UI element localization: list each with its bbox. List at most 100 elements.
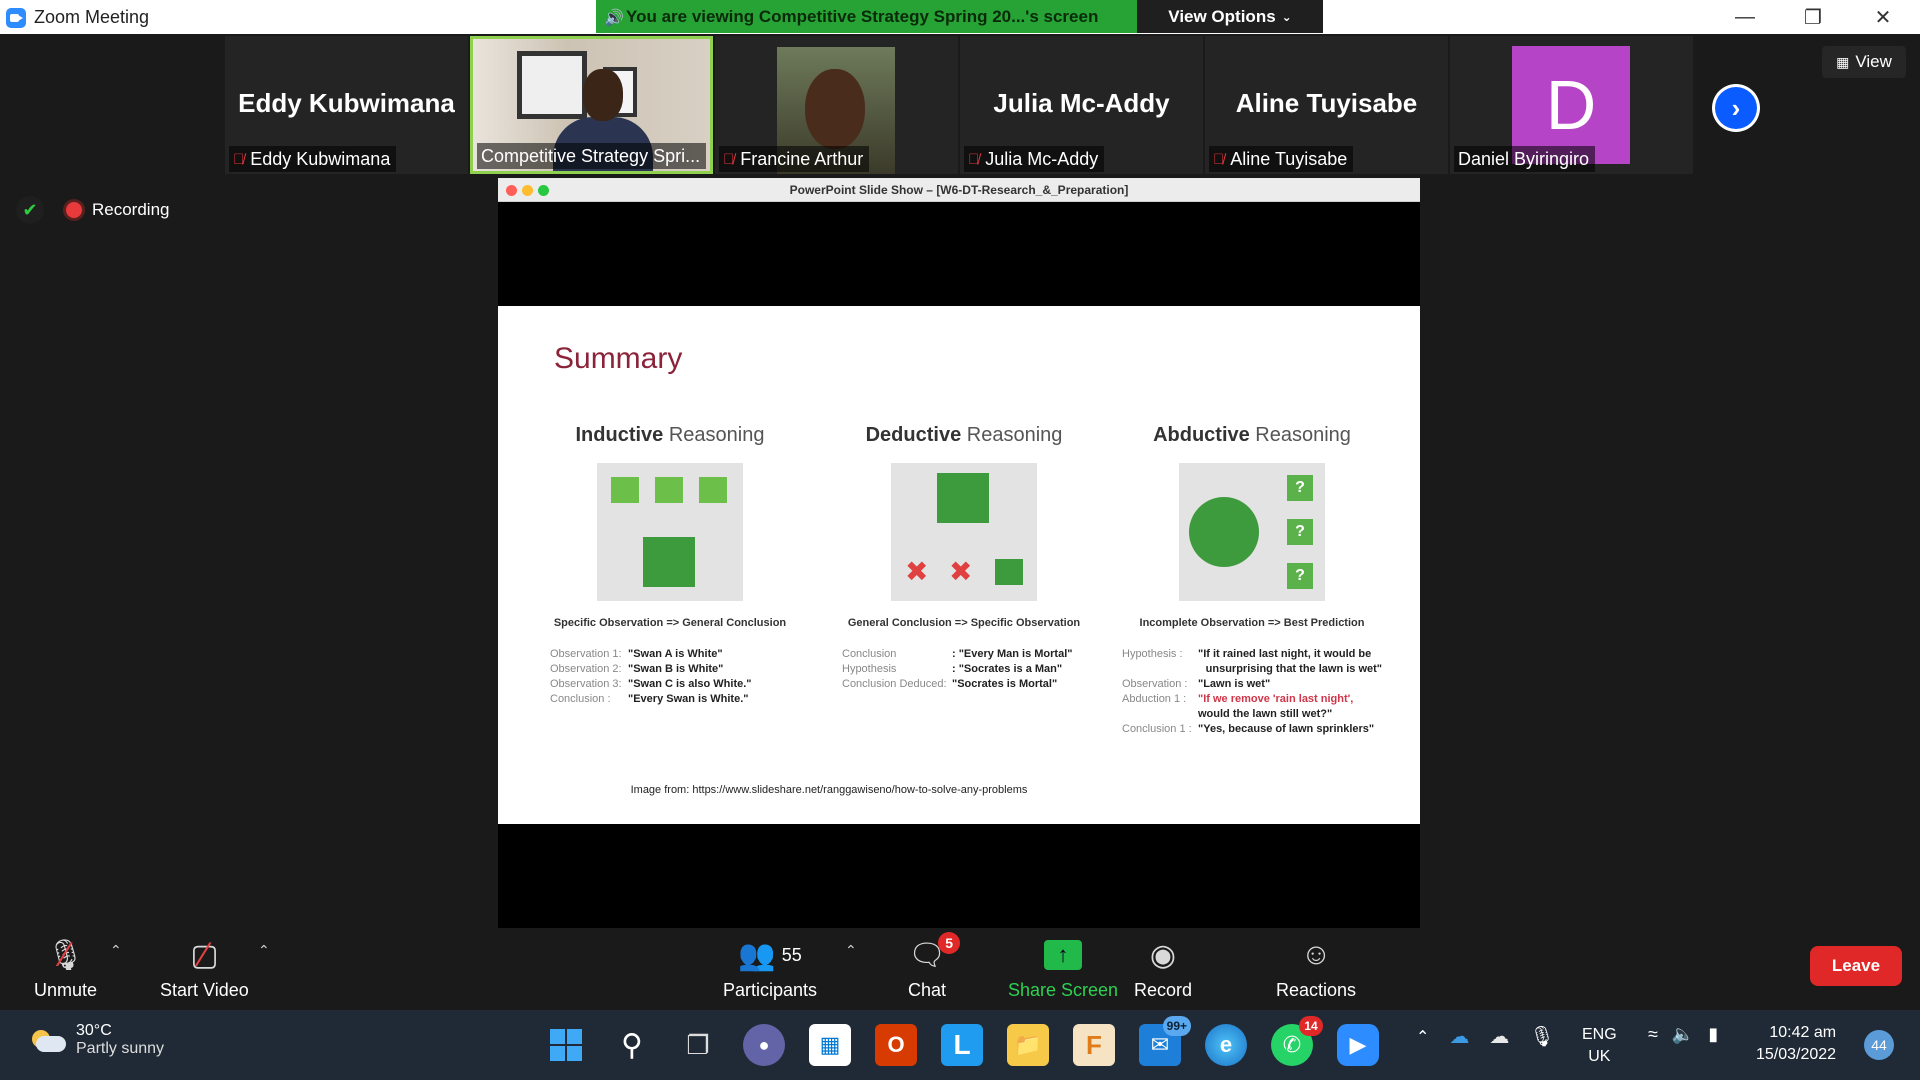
list-item: Observation 1: "Swan A is White" — [550, 647, 800, 662]
notification-badge[interactable]: 44 — [1864, 1030, 1894, 1060]
participant-tile[interactable]: Eddy Kubwimana 🎙̸ Eddy Kubwimana — [225, 36, 468, 174]
row-key: Observation 3: — [550, 678, 622, 690]
chevron-right-icon: › — [1715, 87, 1757, 129]
windows-logo — [550, 1029, 582, 1061]
view-options-button[interactable]: View Options ⌄ — [1137, 0, 1323, 33]
reactions-button[interactable]: ☺ Reactions — [1276, 934, 1356, 1001]
row-value: "Swan A is White" — [628, 648, 723, 660]
cloud-icon[interactable]: ☁ — [1489, 1024, 1509, 1049]
restore-button[interactable]: ❐ — [1778, 0, 1848, 34]
heading-bold: Abductive — [1153, 424, 1250, 446]
participant-strip: Eddy Kubwimana 🎙̸ Eddy Kubwimana Competi… — [225, 36, 1693, 174]
question-icon: ? — [1287, 563, 1313, 589]
heading-bold: Inductive — [575, 424, 664, 446]
zoom-app-icon[interactable]: ▶ — [1337, 1024, 1379, 1066]
participant-tile[interactable]: Julia Mc-Addy 🎙̸ Julia Mc-Addy — [960, 36, 1203, 174]
column-caption: Incomplete Observation => Best Predictio… — [1139, 617, 1365, 629]
participant-name: Francine Arthur — [740, 148, 864, 169]
list-item: Conclusion Deduced: "Socrates is Mortal" — [842, 677, 1094, 692]
small-square — [995, 559, 1023, 585]
chat-button[interactable]: 🗨 5 Chat — [908, 932, 961, 1001]
microphone-muted-icon: 🎙̸ — [233, 150, 245, 168]
list-item: Conclusion 1 : "Yes, because of lawn spri… — [1122, 722, 1382, 737]
participants-label: Participants — [723, 980, 818, 1000]
windows-start-icon[interactable] — [545, 1024, 587, 1066]
unmute-label: Unmute — [34, 980, 98, 1000]
file-explorer-icon[interactable]: 📁 — [1007, 1024, 1049, 1066]
participant-label: 🎙̸ Eddy Kubwimana — [229, 146, 397, 172]
leave-button[interactable]: Leave — [1810, 946, 1902, 986]
app-f-icon[interactable]: F — [1073, 1024, 1115, 1066]
video-options-caret[interactable]: ⌃ — [258, 942, 270, 959]
participant-tile-active[interactable]: Competitive Strategy Spri... — [470, 36, 713, 174]
participant-tile[interactable]: Aline Tuyisabe 🎙̸ Aline Tuyisabe — [1205, 36, 1448, 174]
small-square — [699, 477, 727, 503]
recording-indicator[interactable]: Recording — [66, 196, 170, 224]
chat-icon: 🗨 5 — [908, 932, 961, 976]
whatsapp-icon[interactable]: ✆ 14 — [1271, 1016, 1323, 1066]
video-off-icon: ▢ ⁄ — [190, 935, 219, 974]
task-view-icon[interactable]: ❐ — [677, 1024, 719, 1066]
start-video-button[interactable]: ▢ ⁄ Start Video — [160, 934, 249, 1001]
audio-options-caret[interactable]: ⌃ — [110, 942, 122, 959]
clock[interactable]: 10:42 am 15/03/2022 — [1756, 1022, 1836, 1066]
row-value: : "Socrates is a Man" — [952, 663, 1063, 675]
view-label: View — [1855, 52, 1892, 71]
microphone-muted-icon: 🎙 ⁄ — [46, 935, 85, 974]
teams-chat-icon[interactable]: ● — [743, 1024, 785, 1066]
view-button[interactable]: ▦ View — [1822, 46, 1906, 78]
window-title: Zoom Meeting — [34, 7, 150, 27]
status-icons[interactable]: ≈ 🔈 ▮ — [1648, 1024, 1718, 1045]
clock-date: 15/03/2022 — [1756, 1046, 1837, 1063]
column-rows: Hypothesis : "If it rained last night, it… — [1122, 647, 1382, 737]
language-indicator[interactable]: ENG UK — [1582, 1024, 1617, 1068]
chat-badge: 5 — [938, 932, 961, 954]
share-screen-button[interactable]: ↑ Share Screen — [1008, 934, 1118, 1001]
weather-widget[interactable]: 30°C Partly sunny — [30, 1022, 164, 1058]
shield-check-icon[interactable]: ✔ — [16, 196, 44, 224]
participants-icon: 👥 55 — [738, 938, 802, 972]
store-icon[interactable]: ▦ — [809, 1024, 851, 1066]
windows-taskbar: 30°C Partly sunny ⚲ ❐ ● ▦ O L 📁 F ✉ 99+ e… — [0, 1010, 1920, 1080]
edge-icon[interactable]: e — [1205, 1024, 1247, 1066]
participants-options-caret[interactable]: ⌃ — [845, 942, 857, 959]
close-button[interactable]: ✕ — [1848, 0, 1918, 34]
app-l-icon[interactable]: L — [941, 1024, 983, 1066]
record-button[interactable]: ◉ Record — [1134, 934, 1192, 1001]
onedrive-icon[interactable]: ☁ — [1449, 1024, 1469, 1049]
participant-tile[interactable]: 🎙̸ Francine Arthur — [715, 36, 958, 174]
row-key — [1122, 662, 1206, 677]
unmute-button[interactable]: 🎙 ⁄ Unmute — [34, 934, 97, 1001]
chat-label: Chat — [908, 980, 947, 1000]
viewing-banner-text: You are viewing Competitive Strategy Spr… — [626, 6, 1099, 26]
list-item: Hypothesis : "If it rained last night, it… — [1122, 647, 1382, 662]
mail-icon[interactable]: ✉ 99+ — [1139, 1016, 1191, 1066]
shared-window-title: PowerPoint Slide Show – [W6-DT-Research_… — [789, 183, 1129, 197]
list-item: Hypothesis: "Socrates is a Man" — [842, 662, 1094, 677]
participant-label: Daniel Byiringiro — [1454, 146, 1596, 172]
row-key: Conclusion 1 : — [1122, 723, 1192, 735]
weather-text: 30°C Partly sunny — [76, 1022, 164, 1058]
participants-button[interactable]: 👥 55 Participants — [723, 934, 817, 1001]
row-value: : "Every Man is Mortal" — [952, 648, 1073, 660]
list-item: Conclusion : "Every Swan is White." — [550, 692, 800, 707]
shared-screen[interactable]: PowerPoint Slide Show – [W6-DT-Research_… — [498, 178, 1420, 928]
share-screen-icon-wrap: ↑ — [1044, 934, 1083, 976]
participant-tile[interactable]: D Daniel Byiringiro — [1450, 36, 1693, 174]
taskbar-apps: ⚲ ❐ ● ▦ O L 📁 F ✉ 99+ e ✆ 14 ▶ — [545, 1016, 1379, 1066]
microphone-icon[interactable]: 🎙 — [1529, 1024, 1554, 1049]
participant-label: 🎙̸ Francine Arthur — [719, 146, 870, 172]
meeting-controls: 🎙 ⁄ Unmute ⌃ ▢ ⁄ Start Video ⌃ 👥 55 Partici… — [0, 928, 1920, 1010]
chevron-up-icon[interactable]: ⌃ — [1416, 1027, 1429, 1047]
minimize-button[interactable]: — — [1710, 0, 1780, 34]
shared-window-titlebar: PowerPoint Slide Show – [W6-DT-Research_… — [498, 178, 1420, 202]
office-icon[interactable]: O — [875, 1024, 917, 1066]
column-caption: Specific Observation => General Conclusi… — [553, 617, 787, 629]
list-item: Observation 2: "Swan B is White" — [550, 662, 800, 677]
heading-rest: Reasoning — [961, 424, 1063, 446]
search-icon[interactable]: ⚲ — [611, 1024, 653, 1066]
row-key: Conclusion — [842, 648, 897, 660]
speaker-icon: 🔊 — [604, 10, 624, 27]
list-item: would the lawn still wet?" — [1122, 707, 1382, 722]
next-participants-button[interactable]: › — [1712, 84, 1760, 132]
